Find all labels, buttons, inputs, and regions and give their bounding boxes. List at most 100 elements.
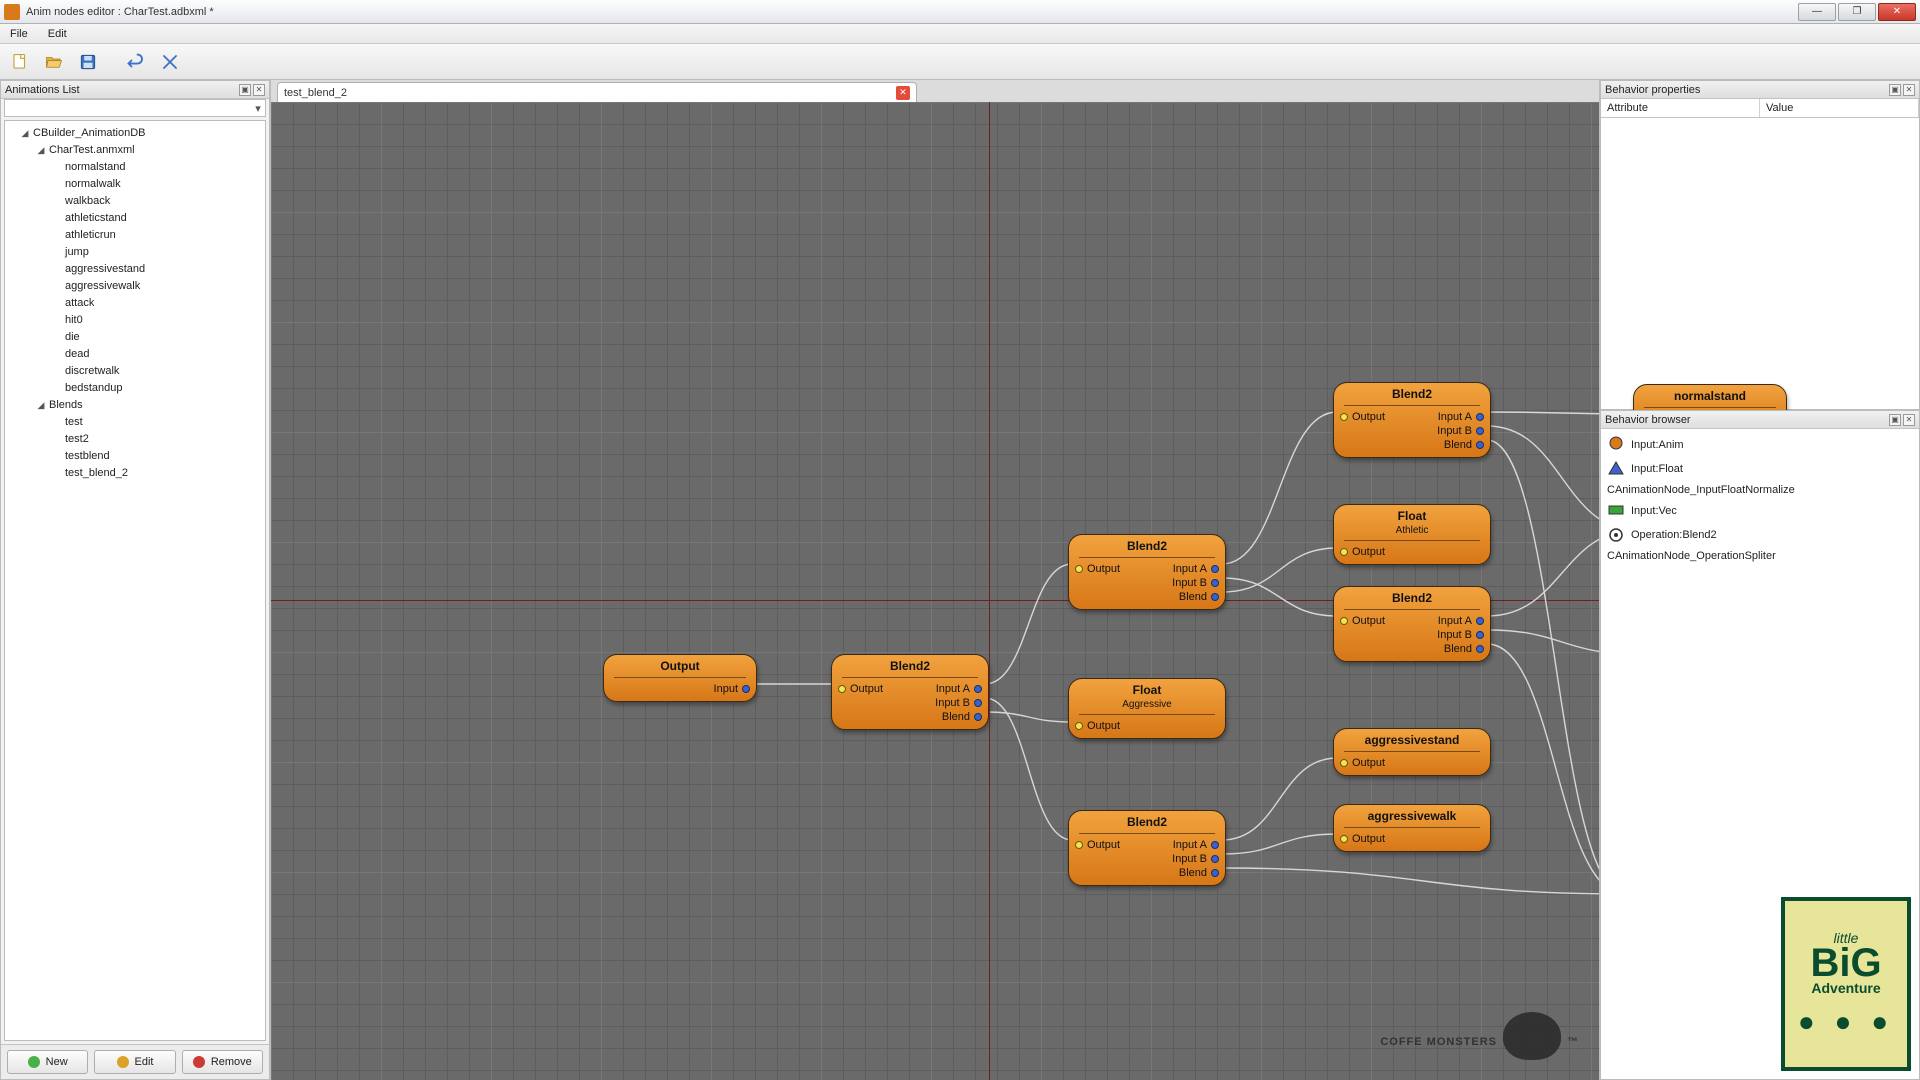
- tree-item-label: Blends: [47, 398, 83, 413]
- toolbar-new-button[interactable]: [6, 48, 34, 76]
- node-b3[interactable]: Blend2OutputInput AInput BBlend: [1333, 382, 1491, 458]
- panel-close-icon[interactable]: ✕: [1903, 84, 1915, 96]
- node-canvas[interactable]: COFFE MONSTERS ™ OutputInputBlend2Output…: [271, 102, 1599, 1080]
- port-out[interactable]: Output: [1340, 757, 1385, 769]
- port-out[interactable]: Output: [1075, 563, 1120, 575]
- tree-item[interactable]: bedstandup: [7, 380, 263, 397]
- animations-tree[interactable]: ◢CBuilder_AnimationDB◢CharTest.anmxmlnor…: [4, 120, 266, 1041]
- tree-item[interactable]: jump: [7, 244, 263, 261]
- node-agS[interactable]: aggressivestandOutput: [1333, 728, 1491, 776]
- monster-icon: [1503, 1012, 1561, 1060]
- tree-item[interactable]: ◢CBuilder_AnimationDB: [7, 125, 263, 142]
- node-fAgg[interactable]: FloatAggressiveOutput: [1068, 678, 1226, 739]
- tab-close-icon[interactable]: ✕: [896, 86, 910, 100]
- tree-item[interactable]: test_blend_2: [7, 465, 263, 482]
- browser-item[interactable]: CAnimationNode_InputFloatNormalize: [1603, 481, 1917, 499]
- tree-item[interactable]: athleticstand: [7, 210, 263, 227]
- node-b0[interactable]: Blend2OutputInput AInput BBlend: [831, 654, 989, 730]
- expand-icon: ◢: [19, 126, 31, 141]
- tree-item[interactable]: attack: [7, 295, 263, 312]
- panel-float-icon[interactable]: ▣: [1889, 414, 1901, 426]
- lba-logo: little BiG Adventure ● ● ●: [1781, 897, 1911, 1071]
- node-agW[interactable]: aggressivewalkOutput: [1333, 804, 1491, 852]
- port-in[interactable]: Input B: [1437, 425, 1484, 437]
- toolbar-open-button[interactable]: [40, 48, 68, 76]
- browser-item[interactable]: CAnimationNode_OperationSpliter: [1603, 547, 1917, 565]
- tree-item[interactable]: ◢CharTest.anmxml: [7, 142, 263, 159]
- port-out[interactable]: Output: [1340, 546, 1385, 558]
- behavior-browser-panel: Behavior browser ▣ ✕ Input:AnimInput:Flo…: [1600, 410, 1920, 1080]
- tree-item[interactable]: normalstand: [7, 159, 263, 176]
- tree-item[interactable]: athleticrun: [7, 227, 263, 244]
- coffemonsters-watermark: COFFE MONSTERS ™: [1380, 1018, 1579, 1066]
- port-in[interactable]: Input B: [1437, 629, 1484, 641]
- panel-float-icon[interactable]: ▣: [1889, 84, 1901, 96]
- port-in[interactable]: Blend: [935, 711, 982, 723]
- browser-item[interactable]: Input:Anim: [1603, 433, 1917, 457]
- browser-item[interactable]: Operation:Blend2: [1603, 523, 1917, 547]
- port-in[interactable]: Input A: [1172, 563, 1219, 575]
- panel-close-icon[interactable]: ✕: [1903, 414, 1915, 426]
- port-in[interactable]: Input A: [935, 683, 982, 695]
- browser-item[interactable]: Input:Float: [1603, 457, 1917, 481]
- tab-test-blend-2[interactable]: test_blend_2 ✕: [277, 82, 917, 102]
- animations-dropdown[interactable]: ▾: [4, 99, 266, 117]
- browser-item[interactable]: Input:Vec: [1603, 499, 1917, 523]
- close-button[interactable]: ✕: [1878, 3, 1916, 21]
- tree-item[interactable]: test2: [7, 431, 263, 448]
- menu-edit[interactable]: Edit: [38, 24, 77, 43]
- node-b2[interactable]: Blend2OutputInput AInput BBlend: [1068, 810, 1226, 886]
- port-in[interactable]: Blend: [1437, 439, 1484, 451]
- node-b4[interactable]: Blend2OutputInput AInput BBlend: [1333, 586, 1491, 662]
- tree-item[interactable]: hit0: [7, 312, 263, 329]
- toolbar-save-button[interactable]: [74, 48, 102, 76]
- port-in[interactable]: Input A: [1437, 615, 1484, 627]
- port-in[interactable]: Blend: [1172, 867, 1219, 879]
- tree-item[interactable]: dead: [7, 346, 263, 363]
- tree-item[interactable]: discretwalk: [7, 363, 263, 380]
- port-in[interactable]: Blend: [1172, 591, 1219, 603]
- properties-col-value[interactable]: Value: [1760, 99, 1919, 117]
- properties-col-attribute[interactable]: Attribute: [1601, 99, 1760, 117]
- node-fAth[interactable]: FloatAthleticOutput: [1333, 504, 1491, 565]
- node-b1[interactable]: Blend2OutputInput AInput BBlend: [1068, 534, 1226, 610]
- new-button[interactable]: New: [7, 1050, 88, 1074]
- toolbar-delete-button[interactable]: [156, 48, 184, 76]
- tree-item[interactable]: ◢Blends: [7, 397, 263, 414]
- edit-button[interactable]: Edit: [94, 1050, 175, 1074]
- maximize-button[interactable]: ❐: [1838, 3, 1876, 21]
- tree-item[interactable]: testblend: [7, 448, 263, 465]
- toolbar-undo-button[interactable]: [122, 48, 150, 76]
- port-in[interactable]: Input A: [1437, 411, 1484, 423]
- remove-button-label: Remove: [211, 1056, 252, 1068]
- port-in[interactable]: Input B: [1172, 853, 1219, 865]
- tree-item[interactable]: walkback: [7, 193, 263, 210]
- node-out[interactable]: OutputInput: [603, 654, 757, 702]
- tree-item-label: normalstand: [63, 160, 126, 175]
- browser-item-label: Input:Anim: [1631, 439, 1684, 451]
- new-file-icon: [11, 53, 29, 71]
- tree-item-label: jump: [63, 245, 89, 260]
- port-in[interactable]: Input A: [1172, 839, 1219, 851]
- port-out[interactable]: Output: [838, 683, 883, 695]
- port-out[interactable]: Output: [1340, 615, 1385, 627]
- port-in[interactable]: Input B: [1172, 577, 1219, 589]
- tree-item-label: test_blend_2: [63, 466, 128, 481]
- port-out[interactable]: Output: [1075, 839, 1120, 851]
- tree-item[interactable]: normalwalk: [7, 176, 263, 193]
- port-in[interactable]: Blend: [1437, 643, 1484, 655]
- minimize-button[interactable]: —: [1798, 3, 1836, 21]
- port-out[interactable]: Output: [1075, 720, 1120, 732]
- panel-close-icon[interactable]: ✕: [253, 84, 265, 96]
- tree-item[interactable]: aggressivewalk: [7, 278, 263, 295]
- panel-float-icon[interactable]: ▣: [239, 84, 251, 96]
- port-in[interactable]: Input B: [935, 697, 982, 709]
- tree-item[interactable]: die: [7, 329, 263, 346]
- tree-item[interactable]: test: [7, 414, 263, 431]
- remove-button[interactable]: Remove: [182, 1050, 263, 1074]
- tree-item[interactable]: aggressivestand: [7, 261, 263, 278]
- port-out[interactable]: Output: [1340, 833, 1385, 845]
- port-in[interactable]: Input: [714, 683, 750, 695]
- port-out[interactable]: Output: [1340, 411, 1385, 423]
- menu-file[interactable]: File: [0, 24, 38, 43]
